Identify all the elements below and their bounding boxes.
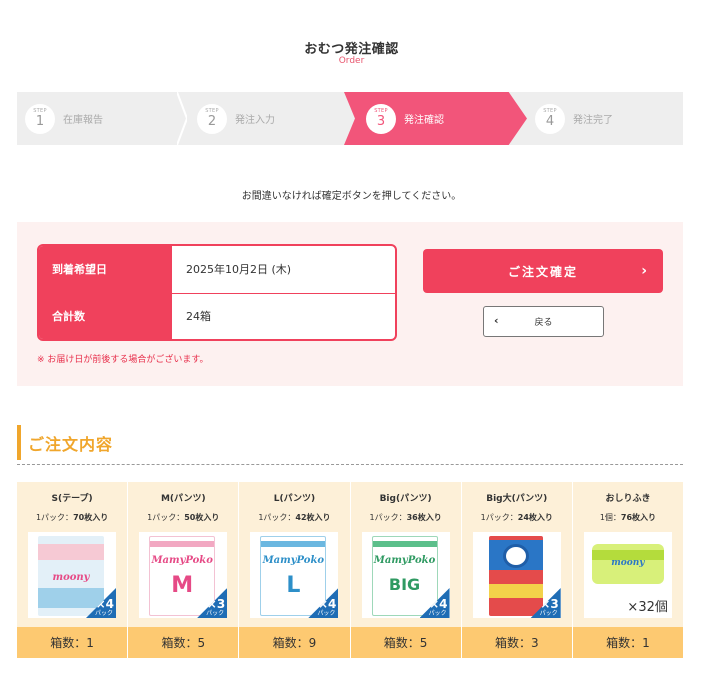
product-list: S(テープ) 1パック：70枚入り moony ×4 パック 箱数：1 M(パンツ… xyxy=(17,482,684,658)
delivery-date-row: 到着希望日 2025年10月2日 (木) xyxy=(39,246,395,293)
step-1: STEP 1 在庫報告 xyxy=(25,92,103,145)
total-label: 合計数 xyxy=(39,293,172,339)
step-2-text: 発注入力 xyxy=(235,115,275,126)
product-name: L(パンツ) xyxy=(273,494,316,504)
step-3-number: 3 xyxy=(376,114,386,129)
box-count: 箱数：1 xyxy=(572,627,684,658)
confirm-order-label: ご注文確定 xyxy=(507,264,578,279)
step-3: STEP 3 発注確認 xyxy=(366,92,444,145)
step-2-circle: STEP 2 xyxy=(197,103,227,134)
back-label: 戻る xyxy=(534,318,553,328)
pack-count: 50枚入り xyxy=(184,513,220,522)
step-separator xyxy=(177,92,187,145)
box-count: 箱数：3 xyxy=(461,627,572,658)
step-3-circle: STEP 3 xyxy=(366,103,396,134)
pack-count: 70枚入り xyxy=(73,513,109,522)
step-2-number: 2 xyxy=(207,114,217,129)
diaper-package-image: MamyPoko L xyxy=(260,536,327,616)
total-value: 24箱 xyxy=(186,310,211,324)
box-count: 箱数：5 xyxy=(128,627,239,658)
product-card: Big(パンツ) 1パック：36枚入り MamyPoko BIG ×4 パック 箱… xyxy=(350,482,461,658)
section-divider xyxy=(17,464,683,465)
product-name: S(テープ) xyxy=(51,494,93,504)
diaper-package-image: MamyPoko M xyxy=(149,536,216,616)
page-title: おむつ発注確認 xyxy=(304,42,399,57)
pack-count: 76枚入り xyxy=(620,513,657,522)
product-card: M(パンツ) 1パック：50枚入り MamyPoko M ×3 パック 箱数：5 xyxy=(128,482,239,658)
back-button[interactable]: ‹ 戻る xyxy=(483,306,604,337)
pack-prefix: 1パック： xyxy=(35,513,74,522)
pack-prefix: 1パック： xyxy=(147,513,185,522)
step-4-circle: STEP 4 xyxy=(535,103,565,134)
step-4-text: 発注完了 xyxy=(573,115,613,126)
total-row: 合計数 24箱 xyxy=(39,292,395,339)
delivery-date-label: 到着希望日 xyxy=(39,246,172,293)
step-1-number: 1 xyxy=(35,114,45,129)
pack-prefix: 1パック： xyxy=(369,513,407,522)
pack-info: 1個：76枚入り xyxy=(573,512,683,523)
product-image: MamyPoko BIG ×4 パック xyxy=(361,532,450,618)
pack-info: 1パック：42枚入り xyxy=(239,512,349,523)
product-image: moony ×32個 xyxy=(583,532,672,618)
step-4: STEP 4 発注完了 xyxy=(535,92,613,145)
box-count: 箱数：5 xyxy=(350,627,461,658)
diaper-package-image: moony xyxy=(38,536,104,616)
product-card: S(テープ) 1パック：70枚入り moony ×4 パック 箱数：1 xyxy=(17,482,128,658)
product-image: MamyPoko L ×4 パック xyxy=(250,532,339,618)
step-indicator: STEP 1 在庫報告 STEP 2 発注入力 STEP 3 発注確認 STEP… xyxy=(17,92,683,145)
pack-prefix: 1パック： xyxy=(258,513,296,522)
product-name: おしりふき xyxy=(605,494,651,504)
confirm-instruction: お間違いなければ確定ボタンを押してください。 xyxy=(241,191,462,202)
box-count: 箱数：1 xyxy=(17,627,128,658)
order-info-table: 到着希望日 2025年10月2日 (木) 合計数 24箱 xyxy=(37,244,397,341)
step-1-circle: STEP 1 xyxy=(25,103,55,134)
wipes-package-image: moony xyxy=(591,544,664,584)
step-3-text: 発注確認 xyxy=(404,115,444,126)
chevron-left-icon: ‹ xyxy=(494,314,499,327)
pack-count: 42枚入り xyxy=(295,513,331,522)
section-title: ご注文内容 xyxy=(28,435,114,454)
pack-info: 1パック：24枚入り xyxy=(462,512,572,523)
wipes-quantity: ×32個 xyxy=(627,600,668,615)
diaper-package-image xyxy=(488,536,543,616)
delivery-date-value: 2025年10月2日 (木) xyxy=(186,263,292,277)
product-name: Big大(パンツ) xyxy=(486,494,548,504)
pack-count: 36枚入り xyxy=(406,513,442,522)
step-4-number: 4 xyxy=(545,114,555,129)
pack-info: 1パック：50枚入り xyxy=(128,512,238,523)
chevron-right-icon: › xyxy=(641,263,649,279)
confirm-order-button[interactable]: ご注文確定 › xyxy=(423,249,663,293)
box-count: 箱数：9 xyxy=(239,627,350,658)
pack-count: 24枚入り xyxy=(517,513,553,522)
order-confirm-panel: 到着希望日 2025年10月2日 (木) 合計数 24箱 ※ お届け日が前後する… xyxy=(17,222,683,386)
product-name: Big(パンツ) xyxy=(379,494,432,504)
product-card: L(パンツ) 1パック：42枚入り MamyPoko L ×4 パック 箱数：9 xyxy=(239,482,350,658)
product-image: ×3 パック xyxy=(472,532,561,618)
page-subtitle: Order xyxy=(338,56,365,66)
pack-info: 1パック：36枚入り xyxy=(351,512,461,523)
product-name: M(パンツ) xyxy=(160,494,206,504)
product-image: moony ×4 パック xyxy=(28,532,116,618)
diaper-package-image: MamyPoko BIG xyxy=(371,536,438,616)
step-2: STEP 2 発注入力 xyxy=(197,92,275,145)
section-accent-bar xyxy=(17,425,21,460)
product-card: おしりふき 1個：76枚入り moony ×32個 箱数：1 xyxy=(572,482,684,658)
pack-prefix: 1個： xyxy=(599,513,621,522)
step-1-text: 在庫報告 xyxy=(63,115,103,126)
pack-info: 1パック：70枚入り xyxy=(17,512,127,523)
product-card: Big大(パンツ) 1パック：24枚入り ×3 パック 箱数：3 xyxy=(461,482,572,658)
pack-prefix: 1パック： xyxy=(480,513,518,522)
delivery-note: ※ お届け日が前後する場合がございます。 xyxy=(37,355,209,365)
product-image: MamyPoko M ×3 パック xyxy=(139,532,228,618)
